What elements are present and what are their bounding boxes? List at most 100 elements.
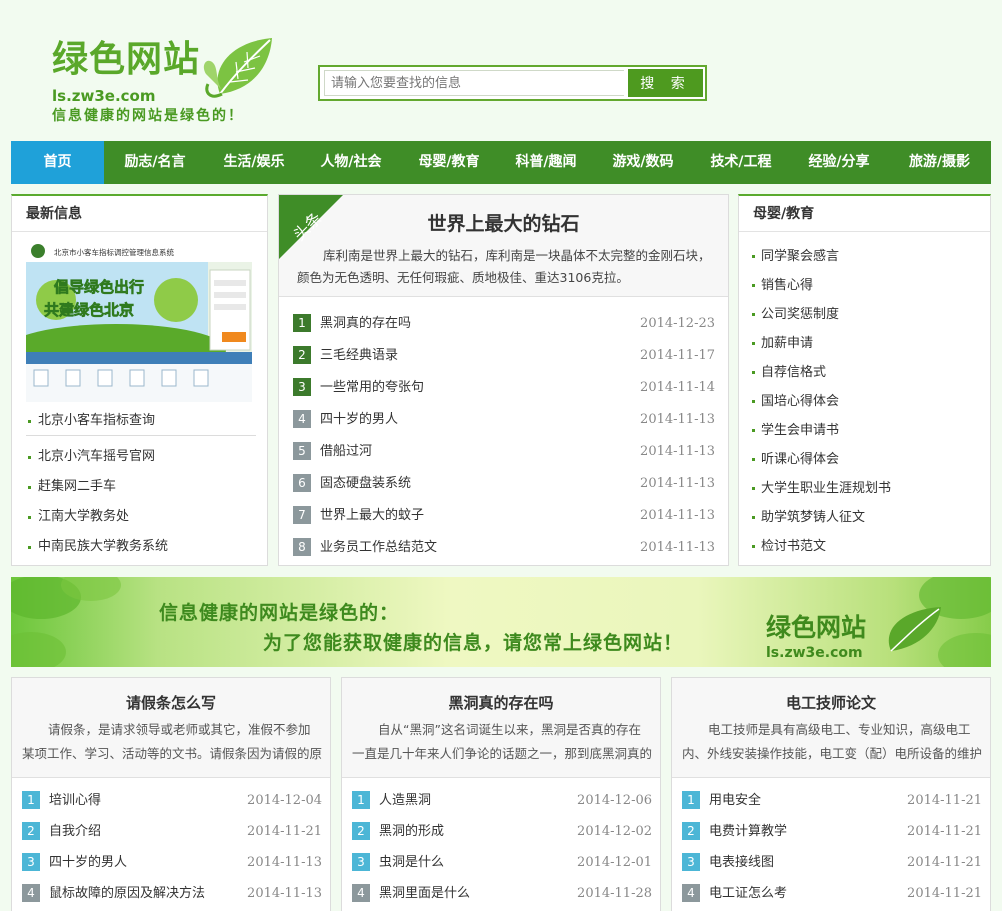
list-item[interactable]: 1 培训心得 2014-12-04 — [22, 785, 322, 816]
item-title[interactable]: 自我介绍 — [49, 824, 101, 839]
rank-number: 5 — [293, 441, 311, 460]
item-date: 2014-11-28 — [577, 886, 652, 901]
list-item[interactable]: 大学生职业生涯规划书 — [751, 474, 981, 503]
nav-item-travel[interactable]: 旅游/摄影 — [888, 141, 991, 184]
item-date: 2014-11-21 — [907, 855, 982, 870]
article-header: 请假条怎么写 请假条，是请求领导或老师或其它，准假不参加某项工作、学习、活动等的… — [12, 678, 330, 778]
item-title[interactable]: 用电安全 — [709, 793, 761, 808]
item-title[interactable]: 电工证怎么考 — [709, 886, 787, 901]
list-item[interactable]: 8 业务员工作总结范文 2014-11-13 — [293, 532, 715, 564]
article-panel-3: 电工技师论文 电工技师是具有高级电工、专业知识，高级电工内、外线安装操作技能，电… — [671, 677, 991, 911]
list-item[interactable]: 2 电费计算教学 2014-11-21 — [682, 816, 982, 847]
list-item[interactable]: 2 黑洞的形成 2014-12-02 — [352, 816, 652, 847]
rank-number: 3 — [352, 852, 370, 871]
nav-item-home[interactable]: 首页 — [11, 141, 104, 184]
site-logo[interactable]: 绿色网站 ls.zw3e.com 信息健康的网站是绿色的！ — [52, 34, 282, 126]
nav-item-science[interactable]: 科普/趣闻 — [498, 141, 594, 184]
list-item[interactable]: 销售心得 — [751, 271, 981, 300]
nav-item-experience[interactable]: 经验/分享 — [790, 141, 888, 184]
item-title[interactable]: 黑洞里面是什么 — [379, 886, 470, 901]
list-item[interactable]: 2 三毛经典语录 2014-11-17 — [293, 340, 715, 372]
nav-item-education[interactable]: 母婴/教育 — [400, 141, 498, 184]
item-title[interactable]: 世界上最大的蚊子 — [320, 508, 424, 523]
item-title[interactable]: 电表接线图 — [709, 855, 774, 870]
headline-list: 1 黑洞真的存在吗 2014-12-23 2 三毛经典语录 2014-11-17 3 一些… — [293, 308, 715, 564]
headline-summary: 库利南是世界上最大的钻石，库利南是一块晶体不太完整的金刚石块，颜色为无色透明、无… — [297, 248, 711, 285]
news-image-graphic: 北京市小客车指标调控管理信息系统 倡导绿色出行 共建绿色北京 — [26, 240, 252, 402]
list-item[interactable]: 2 自我介绍 2014-11-21 — [22, 816, 322, 847]
search-input[interactable] — [324, 70, 624, 96]
rank-number: 1 — [352, 790, 370, 809]
item-title[interactable]: 一些常用的夸张句 — [320, 380, 424, 395]
rank-number: 1 — [293, 313, 311, 332]
item-title[interactable]: 培训心得 — [49, 793, 101, 808]
item-title[interactable]: 四十岁的男人 — [320, 412, 398, 427]
nav-item-tech[interactable]: 技术/工程 — [692, 141, 790, 184]
item-title[interactable]: 固态硬盘装系统 — [320, 476, 411, 491]
list-item[interactable]: 5 借船过河 2014-11-13 — [293, 436, 715, 468]
article-title[interactable]: 电工技师论文 — [672, 692, 990, 713]
list-item[interactable]: 4 鼠标故障的原因及解决方法 2014-11-13 — [22, 878, 322, 909]
item-title[interactable]: 业务员工作总结范文 — [320, 540, 437, 555]
list-item[interactable]: 3 虫洞是什么 2014-12-01 — [352, 847, 652, 878]
list-item[interactable]: 北京小汽车摇号官网 — [26, 442, 256, 472]
list-item[interactable]: 助学筑梦铸人征文 — [751, 503, 981, 532]
latest-info-list: 北京小客车指标查询 北京小汽车摇号官网 赶集网二手车 江南大学教务处 中南民族大… — [26, 406, 256, 562]
list-item[interactable]: 公司奖惩制度 — [751, 300, 981, 329]
item-title[interactable]: 电费计算教学 — [709, 824, 787, 839]
search-button[interactable]: 搜 索 — [628, 69, 703, 97]
list-item[interactable]: 4 电工证怎么考 2014-11-21 — [682, 878, 982, 909]
item-title[interactable]: 黑洞的形成 — [379, 824, 444, 839]
article-header: 黑洞真的存在吗 自从“黑洞”这名词诞生以来，黑洞是否真的存在一直是几十年来人们争… — [342, 678, 660, 778]
article-title[interactable]: 请假条怎么写 — [12, 692, 330, 713]
list-item[interactable]: 学生会申请书 — [751, 416, 981, 445]
list-item[interactable]: 1 黑洞真的存在吗 2014-12-23 — [293, 308, 715, 340]
leaf-icon — [203, 38, 272, 98]
image-caption: 北京市小客车指标调控管理信息系统 — [54, 247, 174, 257]
list-item[interactable]: 北京小客车指标查询 — [26, 406, 256, 436]
item-title[interactable]: 人造黑洞 — [379, 793, 431, 808]
list-item[interactable]: 国培心得体会 — [751, 387, 981, 416]
search-box: 搜 索 — [318, 65, 707, 101]
list-item[interactable]: 赶集网二手车 — [26, 472, 256, 502]
headline-panel: 头条 世界上最大的钻石 库利南是世界上最大的钻石，库利南是一块晶体不太完整的金刚… — [278, 194, 729, 566]
nav-item-games[interactable]: 游戏/数码 — [594, 141, 692, 184]
nav-item-people[interactable]: 人物/社会 — [302, 141, 400, 184]
list-item[interactable]: 1 人造黑洞 2014-12-06 — [352, 785, 652, 816]
item-date: 2014-11-21 — [907, 886, 982, 901]
list-item[interactable]: 江南大学教务处 — [26, 502, 256, 532]
list-item[interactable]: 同学聚会感言 — [751, 242, 981, 271]
headline-title[interactable]: 世界上最大的钻石 — [279, 209, 728, 236]
promo-banner[interactable]: 信息健康的网站是绿色的： 为了您能获取健康的信息，请您常上绿色网站！ 绿色网站 … — [11, 577, 991, 667]
rank-number: 2 — [293, 345, 311, 364]
list-item[interactable]: 3 一些常用的夸张句 2014-11-14 — [293, 372, 715, 404]
item-title[interactable]: 黑洞真的存在吗 — [320, 316, 411, 331]
list-item[interactable]: 中南民族大学教务系统 — [26, 532, 256, 562]
list-item[interactable]: 7 世界上最大的蚊子 2014-11-13 — [293, 500, 715, 532]
nav-item-life[interactable]: 生活/娱乐 — [206, 141, 302, 184]
item-date: 2014-11-21 — [247, 824, 322, 839]
banner-url: ls.zw3e.com — [766, 645, 863, 661]
item-title[interactable]: 虫洞是什么 — [379, 855, 444, 870]
list-item[interactable]: 3 四十岁的男人 2014-11-13 — [22, 847, 322, 878]
list-item[interactable]: 3 电表接线图 2014-11-21 — [682, 847, 982, 878]
list-item[interactable]: 检讨书范文 — [751, 532, 981, 561]
list-item[interactable]: 自荐信格式 — [751, 358, 981, 387]
list-item[interactable]: 听课心得体会 — [751, 445, 981, 474]
list-item[interactable]: 6 固态硬盘装系统 2014-11-13 — [293, 468, 715, 500]
item-title[interactable]: 四十岁的男人 — [49, 855, 127, 870]
item-title[interactable]: 借船过河 — [320, 444, 372, 459]
article-title[interactable]: 黑洞真的存在吗 — [342, 692, 660, 713]
nav-item-inspiration[interactable]: 励志/名言 — [104, 141, 206, 184]
list-item[interactable]: 1 用电安全 2014-11-21 — [682, 785, 982, 816]
item-title[interactable]: 三毛经典语录 — [320, 348, 398, 363]
rank-number: 2 — [22, 821, 40, 840]
list-item[interactable]: 4 黑洞里面是什么 2014-11-28 — [352, 878, 652, 909]
item-title[interactable]: 鼠标故障的原因及解决方法 — [49, 886, 205, 901]
news-image[interactable]: 北京市小客车指标调控管理信息系统 倡导绿色出行 共建绿色北京 — [26, 240, 252, 402]
list-item[interactable]: 加薪申请 — [751, 329, 981, 358]
item-date: 2014-12-23 — [640, 316, 715, 331]
image-slogan-2: 共建绿色北京 — [44, 301, 134, 319]
latest-info-panel: 最新信息 北京市小客车指标调控管理信息系统 倡导绿色出行 共建绿色北京 北京小客… — [11, 194, 268, 566]
list-item[interactable]: 4 四十岁的男人 2014-11-13 — [293, 404, 715, 436]
